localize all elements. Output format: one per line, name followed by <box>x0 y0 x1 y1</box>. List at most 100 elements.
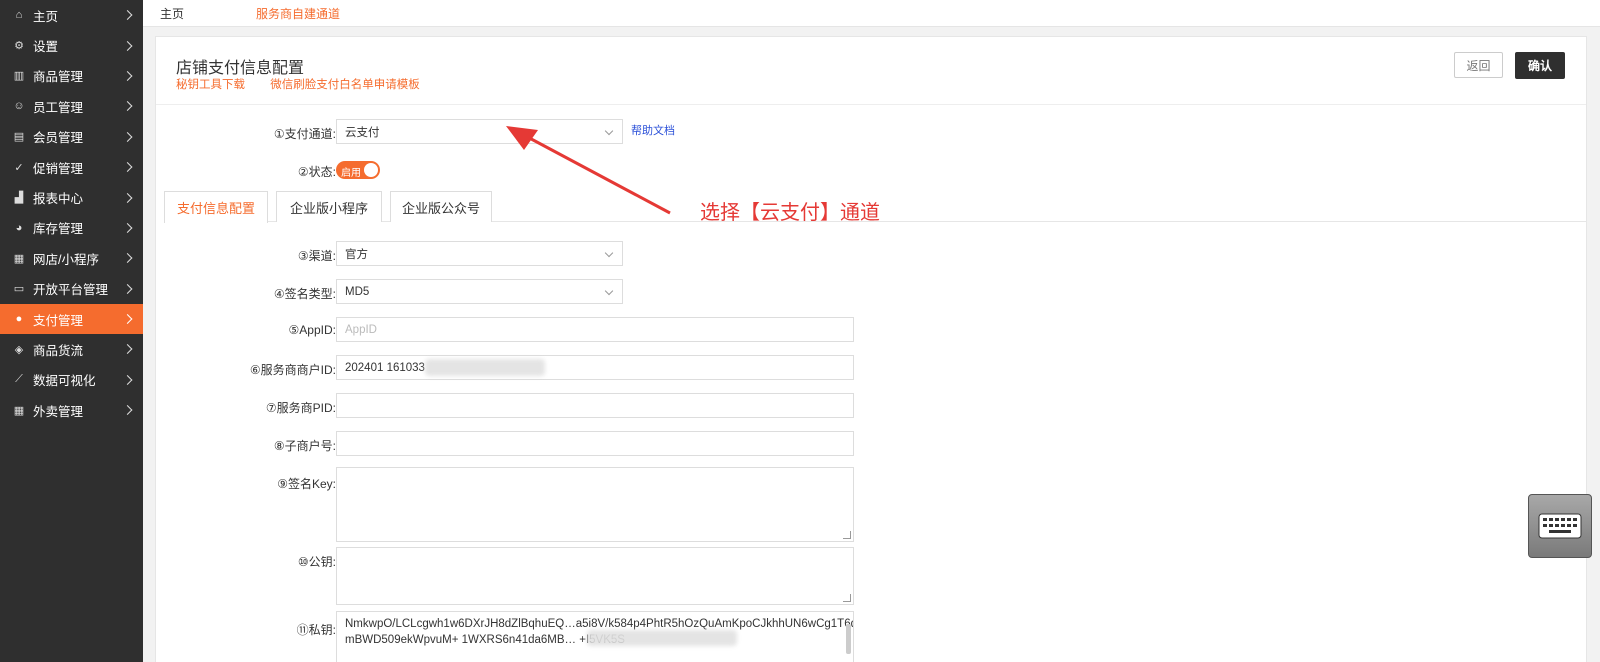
bar-chart-icon: ▟ <box>14 192 24 205</box>
card-header: 店铺支付信息配置 秘钥工具下载 微信刷脸支付白名单申请模板 返回 确认 <box>156 37 1586 105</box>
key-tool-download-link[interactable]: 秘钥工具下载 <box>176 79 245 91</box>
toggle-knob <box>364 163 378 177</box>
sidebar-item[interactable]: ● 支付管理 <box>0 303 143 335</box>
sidebar-item-label: 主页 <box>33 9 59 24</box>
sidebar-item[interactable]: ◈ 商品货流 <box>0 334 143 364</box>
chevron-down-icon <box>604 248 614 258</box>
chevron-right-icon <box>122 40 133 51</box>
sidebar-item-label: 报表中心 <box>33 192 84 207</box>
chevron-down-icon <box>604 286 614 296</box>
chevron-right-icon <box>122 71 133 81</box>
sidebar-item-label: 库存管理 <box>33 222 84 237</box>
redaction-blur <box>425 359 545 376</box>
private-key-label: ⑪私钥: <box>296 623 336 637</box>
sidebar-item-label: 员工管理 <box>33 100 84 115</box>
sign-key-label: ⑨签名Key: <box>277 477 336 491</box>
sidebar-item-label: 会员管理 <box>33 131 84 146</box>
cube-icon: ◈ <box>14 343 24 356</box>
source-select[interactable]: 官方 <box>336 241 623 266</box>
chevron-right-icon <box>122 405 133 416</box>
sidebar-item-label: 开放平台管理 <box>33 283 109 298</box>
sidebar-item[interactable]: ▦ 外卖管理 <box>0 395 143 425</box>
sidebar-item[interactable]: ▭ 开放平台管理 <box>0 274 143 304</box>
status-toggle[interactable]: 启用 <box>336 161 380 179</box>
chevron-right-icon <box>122 374 133 385</box>
pid-input[interactable] <box>336 393 854 418</box>
sidebar-item-label: 外卖管理 <box>33 404 84 419</box>
tab-enterprise-miniprogram[interactable]: 企业版小程序 <box>276 191 382 222</box>
tab-enterprise-official-account[interactable]: 企业版公众号 <box>390 191 492 222</box>
sidebar-item[interactable]: ▥ 商品管理 <box>0 61 143 91</box>
sidebar-item[interactable]: ▦ 网店/小程序 <box>0 243 143 273</box>
chevron-right-icon <box>122 131 133 142</box>
sign-key-textarea[interactable] <box>336 467 854 542</box>
sidebar-item[interactable]: ▤ 会员管理 <box>0 122 143 152</box>
store-icon: ▦ <box>13 404 25 417</box>
shop-icon: ▦ <box>13 252 25 265</box>
sidebar-item[interactable]: ⌂ 主页 <box>0 0 143 30</box>
tab-payment-info[interactable]: 支付信息配置 <box>164 191 268 223</box>
resize-grip-icon[interactable] <box>843 531 851 539</box>
sign-type-label: ④签名类型: <box>273 287 336 301</box>
page-title: 店铺支付信息配置 <box>176 60 305 77</box>
breadcrumb-home[interactable]: 主页 <box>160 5 184 22</box>
sidebar-item[interactable]: ✓ 促销管理 <box>0 152 143 182</box>
confirm-button[interactable]: 确认 <box>1515 52 1565 79</box>
resize-grip-icon[interactable] <box>843 594 851 602</box>
gear-icon: ⚙ <box>14 40 24 53</box>
appid-label: ⑤AppID: <box>288 323 336 337</box>
sidebar-item[interactable]: ▟ 报表中心 <box>0 182 143 212</box>
merchant-id-label: ⑥服务商商户ID: <box>249 363 336 377</box>
sidebar-item[interactable]: ◕ 库存管理 <box>0 213 143 243</box>
sidebar-item[interactable]: ☺ 员工管理 <box>0 91 143 121</box>
redaction-blur <box>587 630 737 646</box>
sidebar-item[interactable]: ⚙ 设置 <box>0 30 143 60</box>
public-key-textarea[interactable] <box>336 547 854 605</box>
chevron-right-icon <box>122 344 133 355</box>
appid-input[interactable]: AppID <box>336 317 854 342</box>
chevron-right-icon <box>122 192 133 203</box>
status-label: ②状态: <box>297 165 336 179</box>
channel-select-value: 云支付 <box>345 126 380 139</box>
sidebar-item-label: 商品货流 <box>33 343 84 358</box>
source-label: ③渠道: <box>297 249 336 263</box>
chevron-right-icon <box>122 101 133 112</box>
chevron-right-icon <box>122 253 133 264</box>
keyboard-button[interactable] <box>1528 494 1592 558</box>
monitor-icon: ▭ <box>13 283 25 296</box>
source-select-value: 官方 <box>345 248 368 261</box>
chevron-right-icon <box>122 162 133 173</box>
chevron-right-icon <box>122 283 133 294</box>
sidebar-item-label: 商品管理 <box>33 70 84 85</box>
payment-icon: ● <box>15 313 23 326</box>
card-links: 秘钥工具下载 微信刷脸支付白名单申请模板 <box>176 76 442 92</box>
channel-label: ①支付通道: <box>273 127 336 141</box>
annotation-arrow <box>506 126 671 215</box>
member-card-icon: ▤ <box>13 131 25 144</box>
whitelist-template-link[interactable]: 微信刷脸支付白名单申请模板 <box>270 79 420 91</box>
breadcrumb: 主页 服务商自建通道 <box>143 0 1600 27</box>
sub-merchant-input[interactable] <box>336 431 854 456</box>
sidebar-item[interactable]: ⟋ 数据可视化 <box>0 365 143 395</box>
breadcrumb-current[interactable]: 服务商自建通道 <box>256 5 340 22</box>
sidebar-item-label: 网店/小程序 <box>33 252 99 267</box>
chevron-right-icon <box>122 10 133 21</box>
annotation-text: 选择【云支付】通道 <box>700 200 880 224</box>
sign-type-select[interactable]: MD5 <box>336 279 623 304</box>
barcode-icon: ▥ <box>13 70 25 83</box>
keyboard-icon <box>1538 513 1582 539</box>
sign-type-select-value: MD5 <box>345 285 370 298</box>
pid-label: ⑦服务商PID: <box>265 401 336 415</box>
back-button[interactable]: 返回 <box>1454 52 1503 78</box>
check-circle-icon: ✓ <box>14 161 24 174</box>
textarea-scrollbar[interactable] <box>846 624 851 654</box>
status-toggle-text: 启用 <box>341 168 361 179</box>
merchant-id-value: 202401 161033 <box>345 361 425 374</box>
user-icon: ☺ <box>13 100 25 113</box>
private-key-textarea[interactable]: NmkwpO/LCLcgwh1w6DXrJH8dZlBqhuEQ…a5i8V/k… <box>336 611 854 662</box>
sidebar-item-label: 促销管理 <box>33 161 84 176</box>
chevron-right-icon <box>122 314 133 325</box>
merchant-id-input[interactable]: 202401 161033 <box>336 355 854 380</box>
config-card: 店铺支付信息配置 秘钥工具下载 微信刷脸支付白名单申请模板 返回 确认 ①支付通… <box>155 36 1587 662</box>
chevron-right-icon <box>122 222 133 233</box>
